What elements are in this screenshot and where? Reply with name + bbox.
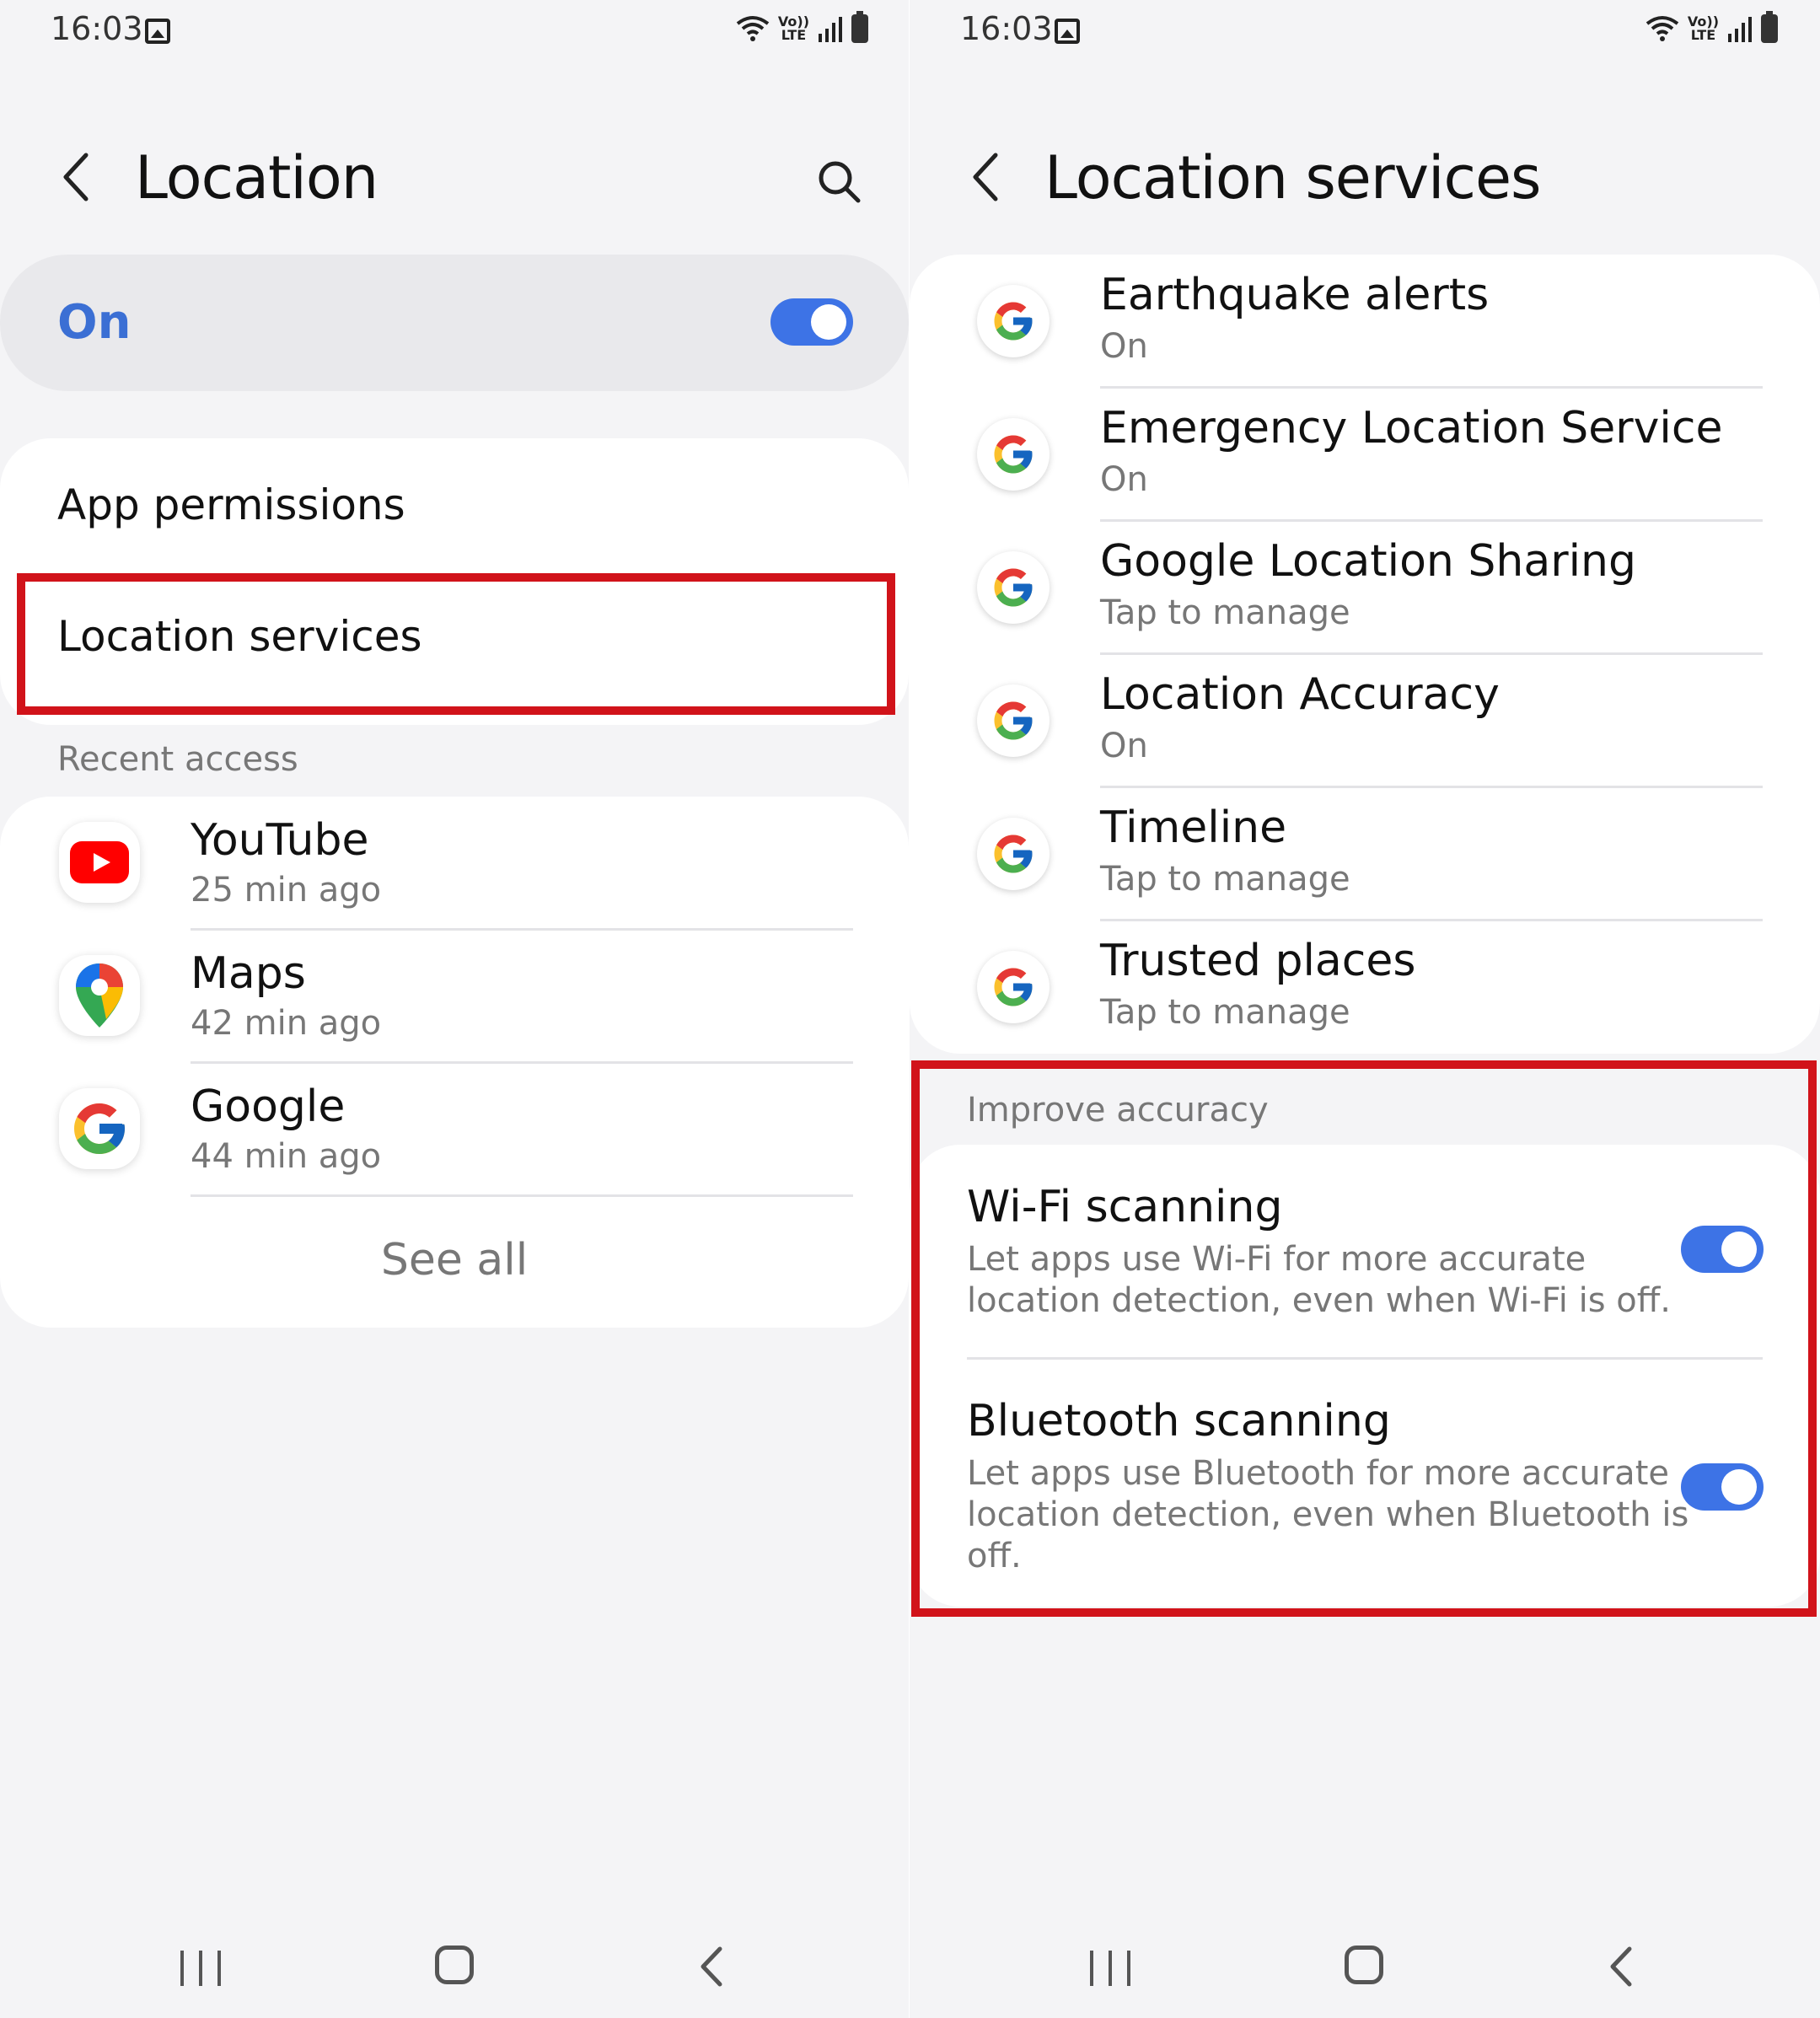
- service-title: Timeline: [1100, 802, 1287, 853]
- page-title: Location services: [1044, 143, 1542, 212]
- see-all-button[interactable]: See all: [0, 1235, 909, 1285]
- back-button[interactable]: [960, 152, 1011, 202]
- chevron-left-icon: [973, 153, 998, 201]
- service-item[interactable]: Location Accuracy On: [910, 654, 1820, 787]
- menu-item-label: App permissions: [57, 480, 405, 529]
- wifi-icon: [736, 16, 770, 41]
- service-title: Emergency Location Service: [1100, 403, 1723, 454]
- service-item[interactable]: Google Location Sharing Tap to manage: [910, 521, 1820, 654]
- nav-back-button[interactable]: [691, 1946, 733, 1988]
- gallery-notification-icon: [1055, 19, 1080, 44]
- service-item[interactable]: Timeline Tap to manage: [910, 787, 1820, 920]
- status-bar: 16:03 Vo)) LTE: [0, 0, 910, 67]
- recent-access-card: YouTube 25 min ago Maps 42 min ago Googl…: [0, 797, 909, 1328]
- google-icon: [977, 818, 1050, 890]
- service-status: On: [1100, 727, 1148, 765]
- google-icon: [977, 551, 1050, 624]
- youtube-icon: [59, 822, 140, 903]
- battery-icon: [1761, 11, 1778, 43]
- recent-item-google[interactable]: Google 44 min ago: [0, 1063, 909, 1196]
- search-button[interactable]: [809, 152, 868, 211]
- service-status: Tap to manage: [1100, 860, 1350, 899]
- master-switch-label: On: [57, 295, 132, 350]
- signal-icon: [819, 17, 842, 42]
- status-icons: Vo)) LTE: [1646, 11, 1778, 44]
- service-item[interactable]: Earthquake alerts On: [910, 255, 1820, 388]
- service-title: Trusted places: [1100, 936, 1416, 986]
- recent-apps-button[interactable]: [1090, 1951, 1130, 1986]
- highlight-box-location-services: [17, 573, 895, 715]
- battery-icon: [851, 11, 868, 43]
- service-item[interactable]: Emergency Location Service On: [910, 388, 1820, 521]
- recent-access-header: Recent access: [57, 740, 298, 779]
- search-icon: [819, 161, 861, 203]
- menu-item-app-permissions[interactable]: App permissions: [0, 438, 909, 573]
- navigation-bar: [910, 1930, 1820, 2006]
- recent-app-name: YouTube: [191, 815, 369, 866]
- recent-app-name: Maps: [191, 948, 306, 999]
- top-app-bar: Location: [0, 118, 910, 244]
- status-time: 16:03: [51, 10, 143, 47]
- status-time: 16:03: [960, 10, 1053, 47]
- page-title: Location: [135, 143, 378, 212]
- location-services-screen: 16:03 Vo)) LTE Location services Earthqu…: [910, 0, 1820, 2018]
- recent-app-time: 42 min ago: [191, 1004, 382, 1043]
- location-services-card: Earthquake alerts On Emergency Location Se…: [910, 255, 1820, 1054]
- back-button[interactable]: [51, 152, 101, 202]
- location-toggle[interactable]: [770, 298, 853, 346]
- signal-icon: [1728, 17, 1752, 42]
- service-status: On: [1100, 460, 1148, 499]
- google-icon: [977, 684, 1050, 757]
- navigation-bar: [0, 1930, 910, 2006]
- nav-back-button[interactable]: [1601, 1946, 1643, 1988]
- service-title: Earthquake alerts: [1100, 270, 1490, 320]
- recent-apps-button[interactable]: [180, 1951, 221, 1986]
- service-item[interactable]: Trusted places Tap to manage: [910, 920, 1820, 1054]
- gallery-notification-icon: [145, 19, 170, 44]
- home-button[interactable]: [1345, 1946, 1383, 1984]
- google-icon: [977, 418, 1050, 491]
- volte-icon: Vo)) LTE: [777, 13, 809, 43]
- location-master-switch[interactable]: On: [0, 255, 909, 391]
- top-app-bar: Location services: [910, 118, 1820, 244]
- service-status: On: [1100, 327, 1148, 366]
- recent-item-maps[interactable]: Maps 42 min ago: [0, 930, 909, 1063]
- service-title: Google Location Sharing: [1100, 536, 1636, 587]
- google-icon: [977, 285, 1050, 357]
- recent-item-youtube[interactable]: YouTube 25 min ago: [0, 797, 909, 930]
- status-icons: Vo)) LTE: [736, 11, 868, 44]
- service-title: Location Accuracy: [1100, 669, 1500, 720]
- chevron-left-icon: [63, 153, 89, 201]
- recent-app-time: 44 min ago: [191, 1137, 382, 1176]
- google-icon: [59, 1088, 140, 1169]
- recent-app-name: Google: [191, 1081, 346, 1132]
- recent-app-time: 25 min ago: [191, 871, 382, 910]
- service-status: Tap to manage: [1100, 593, 1350, 632]
- service-status: Tap to manage: [1100, 993, 1350, 1032]
- wifi-icon: [1646, 16, 1679, 41]
- volte-icon: Vo)) LTE: [1687, 13, 1719, 43]
- list-divider: [191, 1194, 853, 1197]
- google-icon: [977, 951, 1050, 1023]
- location-screen: 16:03 Vo)) LTE Location On App permissio…: [0, 0, 910, 2018]
- status-bar: 16:03 Vo)) LTE: [910, 0, 1820, 67]
- maps-icon: [59, 955, 140, 1036]
- highlight-box-improve-accuracy: [911, 1060, 1817, 1617]
- home-button[interactable]: [435, 1946, 474, 1984]
